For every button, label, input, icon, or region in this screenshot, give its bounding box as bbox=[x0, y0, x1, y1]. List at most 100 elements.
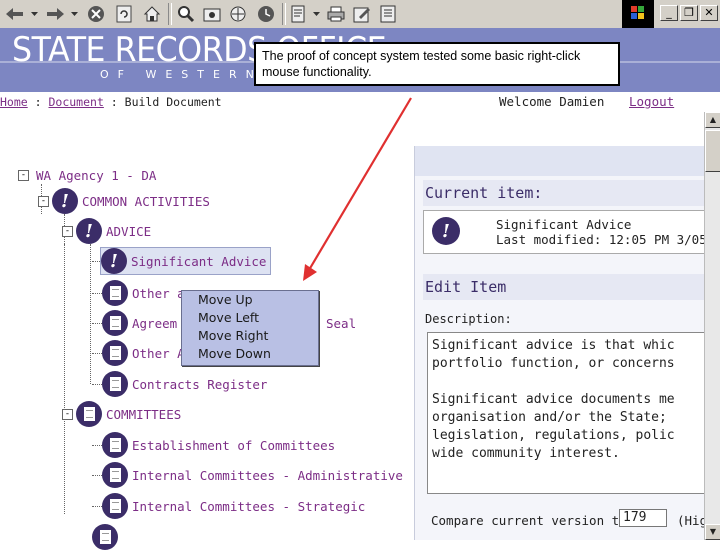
tree-node-agreements[interactable]: Agreem bbox=[92, 310, 177, 336]
tree-node-label[interactable]: Contracts Register bbox=[132, 377, 267, 392]
mail-dropdown-icon[interactable] bbox=[312, 4, 320, 24]
tree-node-other-1[interactable]: Other a bbox=[92, 280, 185, 306]
compare-label: Compare current version to: bbox=[431, 513, 635, 528]
breadcrumb-document-link[interactable]: Document bbox=[48, 95, 103, 109]
tree-node-agency[interactable]: - WA Agency 1 - DA bbox=[18, 162, 156, 188]
edit-item-heading: Edit Item bbox=[423, 274, 720, 300]
collapse-toggle[interactable]: - bbox=[62, 408, 73, 420]
breadcrumb-separator: : bbox=[103, 95, 125, 109]
favorites-icon[interactable] bbox=[200, 4, 224, 24]
tree-node-label[interactable]: Significant Advice bbox=[131, 254, 266, 269]
stop-icon[interactable] bbox=[84, 4, 108, 24]
page-scrollbar[interactable]: ▲ ▼ bbox=[704, 112, 720, 540]
tree-node-label[interactable]: Other A bbox=[132, 346, 185, 361]
history-icon[interactable] bbox=[254, 4, 278, 24]
tree-node-advice[interactable]: - ! ADVICE bbox=[62, 218, 151, 244]
tree-connector bbox=[92, 474, 102, 476]
close-button[interactable]: ✕ bbox=[700, 5, 718, 21]
tree-node-label[interactable]: Agreem bbox=[132, 316, 177, 331]
description-textarea[interactable]: Significant advice is that whic portfoli… bbox=[427, 332, 720, 494]
back-icon[interactable] bbox=[2, 4, 28, 24]
logout-link[interactable]: Logout bbox=[629, 94, 674, 109]
context-menu-move-left[interactable]: Move Left bbox=[182, 309, 318, 327]
discuss-icon[interactable] bbox=[376, 4, 400, 24]
tree-node-label[interactable]: COMMITTEES bbox=[106, 407, 181, 422]
tree-connector bbox=[92, 292, 102, 294]
tree-node-label[interactable]: Seal bbox=[326, 316, 356, 331]
toolbar-separator bbox=[282, 3, 286, 25]
document-icon bbox=[102, 462, 128, 488]
tree-node-label[interactable]: Internal Committees - Administrative bbox=[132, 468, 403, 483]
context-menu-move-up[interactable]: Move Up bbox=[182, 291, 318, 309]
restore-button[interactable]: ❐ bbox=[680, 5, 698, 21]
minimize-button[interactable]: _ bbox=[660, 5, 678, 21]
document-icon bbox=[102, 340, 128, 366]
breadcrumb-separator: : bbox=[27, 95, 49, 109]
annotation-callout: The proof of concept system tested some … bbox=[254, 42, 620, 86]
search-icon[interactable] bbox=[174, 4, 198, 24]
current-item-heading: Current item: bbox=[423, 180, 720, 206]
panel-header-bar bbox=[415, 146, 720, 176]
document-icon bbox=[102, 432, 128, 458]
tree-node-label[interactable]: Internal Committees - Strategic bbox=[132, 499, 365, 514]
tree-guide-line bbox=[64, 244, 65, 404]
tree-node-establishment[interactable]: Establishment of Committees bbox=[92, 432, 335, 458]
tree-node-common-activities[interactable]: - ! COMMON ACTIVITIES bbox=[38, 188, 210, 214]
forward-icon[interactable] bbox=[42, 4, 68, 24]
current-item-name: Significant Advice bbox=[496, 217, 632, 232]
tree-connector bbox=[92, 505, 102, 507]
edit-icon[interactable] bbox=[350, 4, 374, 24]
last-modified: Last modified: 12:05 PM 3/05/20 bbox=[496, 232, 720, 247]
tree-node-label[interactable]: WA Agency 1 - DA bbox=[36, 168, 156, 183]
collapse-toggle[interactable]: - bbox=[62, 225, 73, 237]
mail-icon[interactable] bbox=[288, 4, 312, 24]
context-menu-move-right[interactable]: Move Right bbox=[182, 327, 318, 345]
document-icon bbox=[102, 310, 128, 336]
breadcrumb-home-link[interactable]: Home bbox=[0, 95, 28, 109]
scroll-thumb[interactable] bbox=[705, 130, 720, 172]
function-icon: ! bbox=[52, 188, 78, 214]
scroll-down-arrow-icon[interactable]: ▼ bbox=[705, 524, 720, 540]
media-icon[interactable] bbox=[226, 4, 250, 24]
document-icon bbox=[102, 280, 128, 306]
tree-node-partial bbox=[92, 524, 118, 550]
welcome-text: Welcome Damien bbox=[499, 94, 605, 109]
compare-extra-text: (Hig bbox=[677, 513, 708, 528]
home-icon[interactable] bbox=[140, 4, 164, 24]
tree-node-contracts-register[interactable]: Contracts Register bbox=[92, 371, 267, 397]
activity-icon: ! bbox=[76, 218, 102, 244]
back-dropdown-icon[interactable] bbox=[30, 4, 38, 24]
tree-node-label[interactable]: Establishment of Committees bbox=[132, 438, 335, 453]
tree-node-other-2[interactable]: Other A bbox=[92, 340, 185, 366]
activity-icon: ! bbox=[101, 248, 127, 274]
tree-node-internal-strategic[interactable]: Internal Committees - Strategic bbox=[92, 493, 365, 519]
collapse-toggle[interactable]: - bbox=[38, 195, 49, 207]
item-panel: Current item: ! Significant Advice Last … bbox=[414, 146, 720, 540]
activity-icon: ! bbox=[432, 217, 460, 245]
context-menu: Move Up Move Left Move Right Move Down bbox=[181, 290, 319, 366]
toolbar-separator bbox=[168, 3, 172, 25]
breadcrumb: Home : Document : Build Document bbox=[0, 95, 222, 109]
collapse-toggle[interactable]: - bbox=[18, 169, 29, 181]
tree-node-label[interactable]: COMMON ACTIVITIES bbox=[82, 194, 210, 209]
tree-connector bbox=[92, 383, 102, 385]
windows-logo-icon bbox=[622, 0, 654, 28]
compare-version-select[interactable]: 179 bbox=[619, 509, 667, 527]
context-menu-move-down[interactable]: Move Down bbox=[182, 345, 318, 363]
tree-node-significant-advice[interactable]: ! Significant Advice bbox=[100, 247, 272, 275]
tree-node-committees[interactable]: - COMMITTEES bbox=[62, 401, 181, 427]
tree-connector bbox=[92, 352, 102, 354]
scroll-up-arrow-icon[interactable]: ▲ bbox=[705, 112, 720, 128]
print-icon[interactable] bbox=[324, 4, 348, 24]
tree-node-agreements-tail[interactable]: Seal bbox=[322, 310, 356, 336]
tree-connector bbox=[92, 444, 102, 446]
refresh-icon[interactable] bbox=[112, 4, 136, 24]
navigation-bar: Home : Document : Build Document Welcome… bbox=[0, 92, 720, 112]
activity-icon bbox=[76, 401, 102, 427]
tree-node-label[interactable]: Other a bbox=[132, 286, 185, 301]
tree-node-internal-admin[interactable]: Internal Committees - Administrative bbox=[92, 462, 403, 488]
forward-dropdown-icon[interactable] bbox=[70, 4, 78, 24]
tree-guide-line bbox=[90, 244, 91, 384]
tree-node-label[interactable]: ADVICE bbox=[106, 224, 151, 239]
description-label: Description: bbox=[425, 312, 512, 326]
